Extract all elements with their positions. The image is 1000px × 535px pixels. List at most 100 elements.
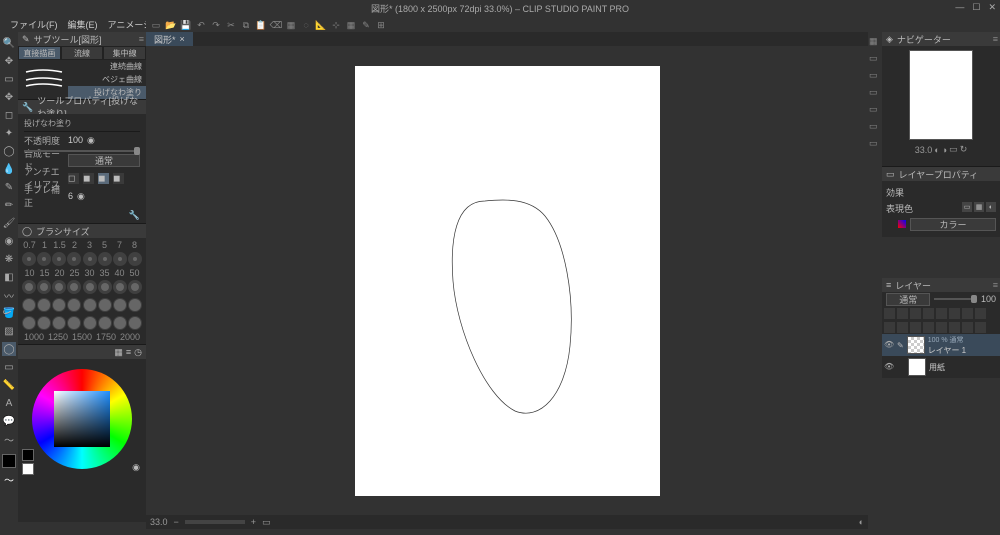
decoration-icon[interactable]: ❋ <box>2 252 16 266</box>
snap-icon[interactable]: ⊹ <box>330 19 342 31</box>
tab-streamline[interactable]: 流線 <box>61 46 104 60</box>
brush-size-dot[interactable] <box>113 316 127 330</box>
gradient-icon[interactable]: ▨ <box>2 324 16 338</box>
close-icon[interactable]: ✕ <box>988 2 996 13</box>
eraser-icon[interactable]: ◧ <box>2 270 16 284</box>
save-icon[interactable]: 💾 <box>180 19 192 31</box>
brush-size-dot[interactable] <box>67 280 81 294</box>
history-icon[interactable]: ◷ <box>134 347 142 358</box>
color-link-icon[interactable]: ◉ <box>132 462 140 473</box>
brush-size-dot[interactable] <box>98 280 112 294</box>
brush-size-dot[interactable] <box>113 298 127 312</box>
figure-icon[interactable]: ◯ <box>2 342 16 356</box>
fit-icon[interactable]: ▭ <box>262 517 271 528</box>
text-icon[interactable]: A <box>2 396 16 410</box>
layer-item[interactable]: 👁 用紙 <box>882 356 1000 378</box>
zoom-out-icon[interactable]: − <box>174 517 179 527</box>
brush-size-dot[interactable] <box>83 316 97 330</box>
frame-icon[interactable]: ▭ <box>2 360 16 374</box>
marquee-icon[interactable]: ◻ <box>2 108 16 122</box>
new-layer-icon[interactable] <box>884 322 895 333</box>
brush-size-dot[interactable] <box>98 252 112 266</box>
correct-icon[interactable]: 〜 <box>2 432 16 446</box>
brush-size-dot[interactable] <box>83 298 97 312</box>
close-tab-icon[interactable]: × <box>180 34 185 44</box>
draft-icon[interactable] <box>936 308 947 319</box>
brush-size-dot[interactable] <box>128 280 142 294</box>
brush-size-dot[interactable] <box>22 280 36 294</box>
layer-thumbnail[interactable] <box>907 336 925 354</box>
material3-icon[interactable]: ▭ <box>869 87 881 99</box>
fg-swatch[interactable] <box>22 449 34 461</box>
minimize-icon[interactable]: — <box>955 2 964 13</box>
aa-option-2[interactable]: ◼ <box>83 173 94 184</box>
brush-size-dot[interactable] <box>52 252 66 266</box>
grid-icon[interactable]: ▦ <box>345 19 357 31</box>
airbrush-icon[interactable]: ◉ <box>2 234 16 248</box>
brush-size-dot[interactable] <box>52 316 66 330</box>
effect-color-icon[interactable]: ◐ <box>986 202 996 212</box>
redo-icon[interactable]: ↷ <box>210 19 222 31</box>
blend-icon[interactable]: 〰 <box>2 288 16 302</box>
lasso-icon[interactable]: ◯ <box>2 144 16 158</box>
subtool-bezier[interactable]: ベジェ曲線 <box>68 73 146 86</box>
material5-icon[interactable]: ▭ <box>869 121 881 133</box>
tab-direct-draw[interactable]: 直接描画 <box>18 46 61 60</box>
blend-dropdown[interactable]: 通常 <box>68 154 140 167</box>
select-all-icon[interactable]: ▦ <box>285 19 297 31</box>
zoom-in-icon[interactable]: ◑ <box>942 145 947 155</box>
layer-opacity-value[interactable]: 100 <box>981 294 996 304</box>
ruler-tool-icon[interactable]: 📏 <box>2 378 16 392</box>
visibility-icon[interactable]: 👁 <box>884 340 894 350</box>
layer-item[interactable]: 👁 ✎ 100 % 通常 レイヤー 1 <box>882 334 1000 356</box>
foreground-color[interactable] <box>2 454 16 468</box>
effect-tone-icon[interactable]: ▦ <box>974 202 984 212</box>
brush-size-dot[interactable] <box>37 252 51 266</box>
opacity-slider[interactable] <box>24 150 140 152</box>
new-folder-icon[interactable] <box>897 322 908 333</box>
fill-icon[interactable]: 🪣 <box>2 306 16 320</box>
material-icon[interactable]: ▭ <box>869 53 881 65</box>
rotate-icon[interactable]: ↻ <box>960 144 968 155</box>
menu-edit[interactable]: 編集(E) <box>64 16 102 33</box>
move-icon[interactable]: ✥ <box>2 54 16 68</box>
brush-size-dot[interactable] <box>52 298 66 312</box>
brush-size-dot[interactable] <box>22 252 36 266</box>
brush-size-dot[interactable] <box>67 252 81 266</box>
layer-move-icon[interactable]: ✥ <box>2 90 16 104</box>
canvas[interactable] <box>355 66 660 496</box>
stabilize-link-icon[interactable]: ◉ <box>77 191 85 202</box>
deselect-icon[interactable]: ◌ <box>300 19 312 31</box>
transfer-icon[interactable] <box>910 322 921 333</box>
brush-size-dot[interactable] <box>83 280 97 294</box>
apply-mask-icon[interactable] <box>962 322 973 333</box>
zoom-slider[interactable] <box>185 520 245 524</box>
slider-icon[interactable]: ≡ <box>126 347 131 357</box>
zoom-value[interactable]: 33.0 <box>150 517 168 527</box>
material6-icon[interactable]: ▭ <box>869 138 881 150</box>
palette-icon[interactable]: ▦ <box>114 347 123 358</box>
paste-icon[interactable]: 📋 <box>255 19 267 31</box>
brush-size-dot[interactable] <box>98 298 112 312</box>
brush-size-dot[interactable] <box>128 316 142 330</box>
operation-icon[interactable]: ▭ <box>2 72 16 86</box>
canvas-area[interactable] <box>146 46 868 515</box>
menu-icon[interactable]: ≡ <box>993 34 998 44</box>
color-square[interactable] <box>54 391 110 447</box>
layer-opacity-slider[interactable] <box>934 298 976 300</box>
lock-icon[interactable] <box>884 308 895 319</box>
copy-icon[interactable]: ⧉ <box>240 19 252 31</box>
material4-icon[interactable]: ▭ <box>869 104 881 116</box>
reference-icon[interactable] <box>923 308 934 319</box>
balloon-icon[interactable]: 💬 <box>2 414 16 428</box>
open-icon[interactable]: 📂 <box>165 19 177 31</box>
stabilize-value[interactable]: 6 <box>68 191 73 201</box>
brush-size-dot[interactable] <box>67 298 81 312</box>
delete-layer-icon[interactable] <box>975 322 986 333</box>
ruler-icon[interactable]: 📐 <box>315 19 327 31</box>
combine-icon[interactable] <box>936 322 947 333</box>
effect-border-icon[interactable]: ▭ <box>962 202 972 212</box>
nav-zoom[interactable]: 33.0 <box>915 145 933 155</box>
menu-icon[interactable]: ≡ <box>139 34 144 44</box>
brush-size-dot[interactable] <box>37 280 51 294</box>
